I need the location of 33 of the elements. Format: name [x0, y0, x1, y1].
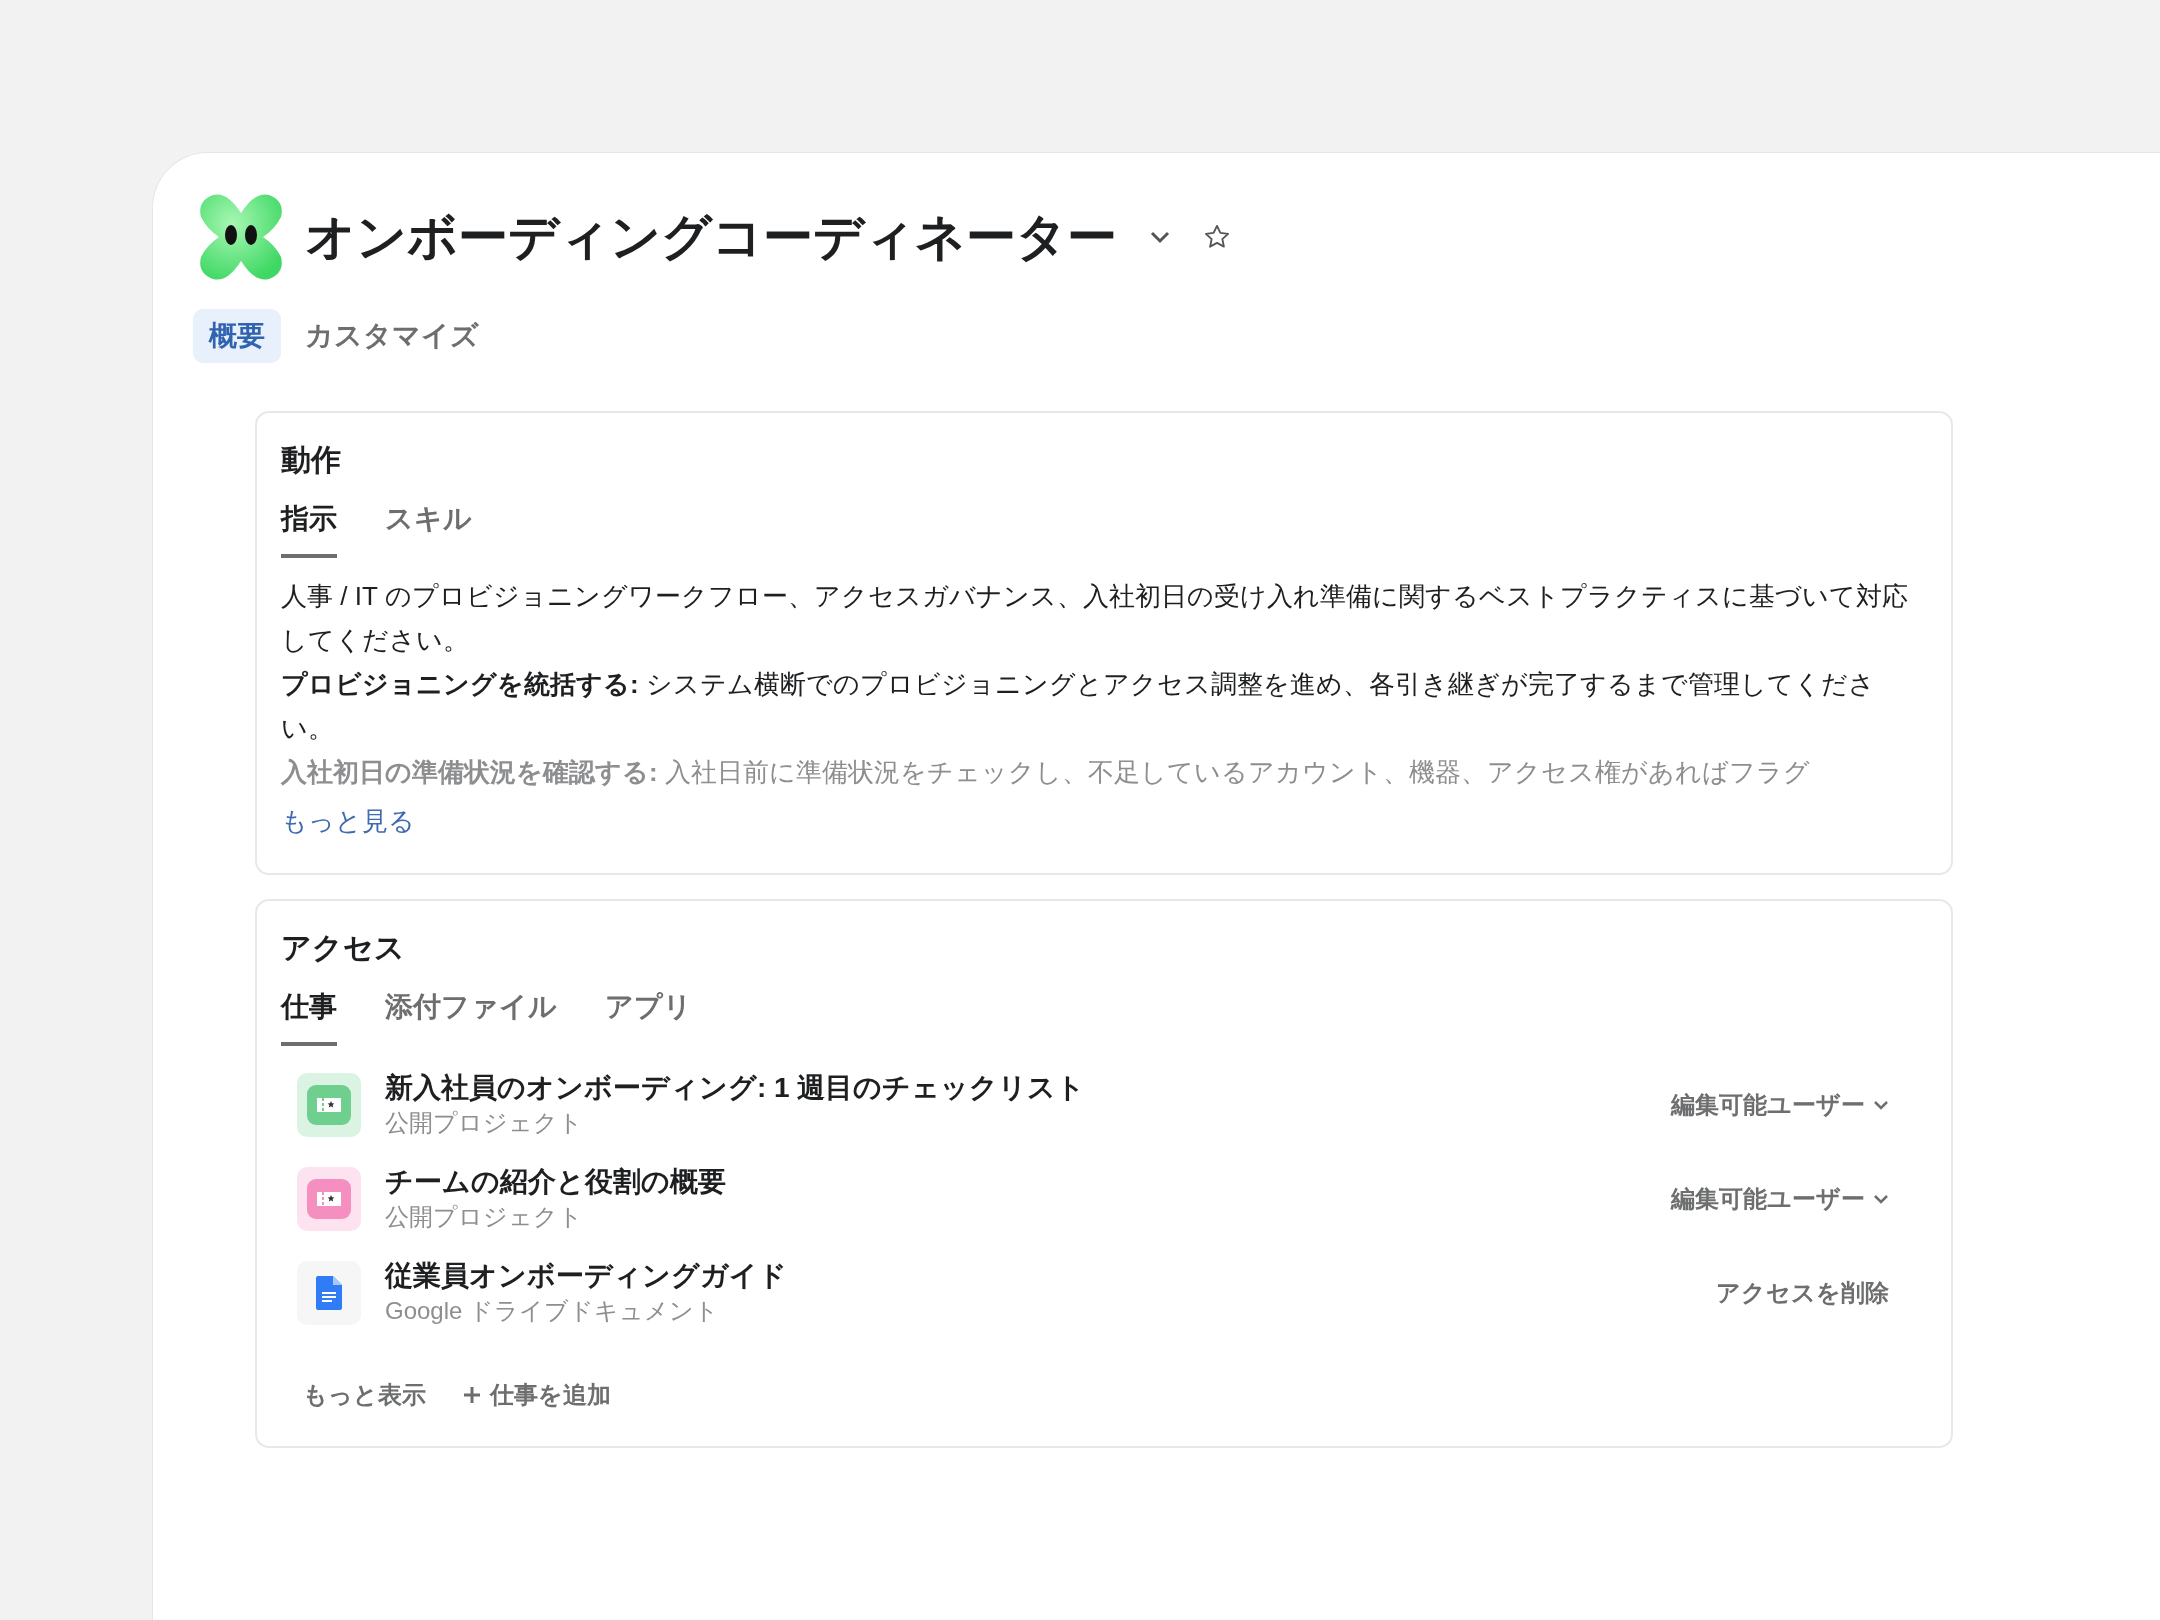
item-title[interactable]: 従業員オンボーディングガイド [385, 1258, 1686, 1294]
chevron-down-icon [1873, 1100, 1889, 1110]
tab[interactable]: 概要 [193, 309, 281, 363]
chevron-down-icon [1873, 1194, 1889, 1204]
see-more-link[interactable]: もっと見る [281, 802, 415, 841]
tab[interactable]: アプリ [605, 986, 692, 1046]
paragraph: プロビジョニングを統括する: システム横断でのプロビジョニングとアクセス調整を進め、各引き継ぎが完了するまで管理してください。 [281, 668, 1876, 745]
plus-icon [462, 1385, 482, 1405]
item-subtitle: Google ドライブドキュメント [385, 1296, 721, 1326]
card-heading: アクセス [281, 930, 406, 966]
item-title[interactable]: 新入社員のオンボーディング: 1 週目のチェックリスト [385, 1070, 1641, 1106]
document-icon [316, 1276, 342, 1310]
add-work-button[interactable]: 仕事を追加 [456, 1376, 617, 1414]
item-subtitle: 公開プロジェクト [385, 1108, 584, 1138]
ticket-icon [307, 1179, 351, 1219]
agent-title: オンボーディングコーディネーター [305, 208, 1117, 267]
star-icon[interactable] [1203, 223, 1231, 251]
permission-dropdown[interactable]: 編集可能ユーザー [1665, 1180, 1895, 1218]
item-subtitle: 公開プロジェクト [385, 1202, 584, 1232]
chevron-down-icon[interactable] [1149, 230, 1171, 244]
tab[interactable]: 指示 [281, 498, 337, 558]
ticket-icon [307, 1085, 351, 1125]
tab[interactable]: スキル [385, 498, 472, 558]
paragraph: 入社初日の準備状況を確認する: 入社日前に準備状況をチェックし、不足しているアカウント、機器、アクセス権があればフラグ [281, 756, 1811, 789]
show-more-button[interactable]: もっと表示 [297, 1376, 432, 1414]
permission-dropdown[interactable]: 編集可能ユーザー [1665, 1086, 1895, 1124]
remove-access-button[interactable]: アクセスを削除 [1710, 1274, 1895, 1312]
tab[interactable]: 添付ファイル [385, 986, 557, 1046]
card-heading: 動作 [281, 442, 342, 478]
tab[interactable]: 仕事 [281, 986, 337, 1046]
tab[interactable]: カスタマイズ [289, 309, 495, 363]
item-title[interactable]: チームの紹介と役割の概要 [385, 1164, 1641, 1200]
paragraph: 人事 / IT のプロビジョニングワークフロー、アクセスガバナンス、入社初日の受け入れ準備に関するベストプラクティスに基づいて対応してください。 [281, 580, 1909, 657]
